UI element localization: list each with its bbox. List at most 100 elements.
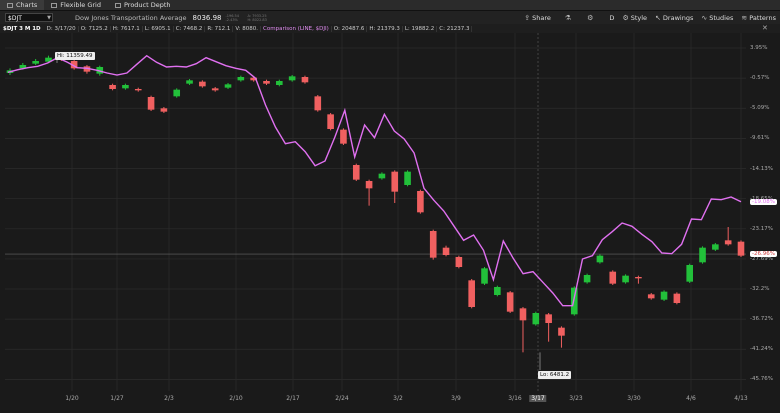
candle-body[interactable]	[122, 85, 129, 89]
tab-product-depth[interactable]: Product Depth	[108, 0, 178, 10]
candle-body[interactable]	[429, 231, 437, 258]
y-tick-label: -32.2%	[750, 286, 770, 292]
candle-body[interactable]	[378, 173, 386, 179]
y-tick-label: -45.76%	[750, 376, 773, 383]
gear-icon: ⚙	[622, 13, 629, 22]
tab-charts[interactable]: Charts	[0, 0, 45, 10]
candle-body[interactable]	[686, 265, 694, 282]
studies-button[interactable]: ∿ Studies	[701, 14, 733, 22]
info-comp-open: O: 20487.6	[332, 25, 368, 32]
share-label: Share	[532, 13, 551, 22]
candle-body[interactable]	[160, 108, 168, 112]
candle-body[interactable]	[134, 89, 142, 91]
candle-body[interactable]	[147, 97, 155, 110]
candle-body[interactable]	[365, 181, 373, 189]
candle-body[interactable]	[455, 257, 463, 267]
chart-canvas[interactable]	[0, 33, 780, 409]
candle-body[interactable]	[712, 244, 719, 250]
candle-body[interactable]	[173, 89, 181, 97]
candle-body[interactable]	[327, 114, 334, 129]
candle-body[interactable]	[237, 77, 245, 81]
price-change-detail: -196.54 -2.43%	[225, 14, 247, 22]
chart-controls[interactable]: ✕	[762, 24, 768, 32]
x-tick-label: 4/6	[686, 395, 696, 402]
flask-button[interactable]: ⚗	[565, 14, 573, 22]
candle-body[interactable]	[506, 292, 514, 312]
candle-body[interactable]	[211, 88, 219, 91]
candle-body[interactable]	[737, 241, 745, 256]
candle-body[interactable]	[288, 76, 296, 81]
y-tick-label: -5.09%	[750, 105, 770, 112]
candle-body[interactable]	[724, 240, 732, 245]
drawings-button[interactable]: ↖ Drawings	[655, 14, 693, 22]
info-high: H: 7617.1	[111, 25, 143, 32]
candle-body[interactable]	[609, 271, 617, 284]
candle-body[interactable]	[263, 81, 270, 84]
candle-body[interactable]	[314, 96, 322, 111]
candle-body[interactable]	[532, 313, 540, 325]
x-tick-label: 3/16	[508, 395, 522, 402]
candle-body[interactable]	[468, 280, 475, 307]
candle-body[interactable]	[417, 191, 424, 213]
info-date: D: 3/17/20	[45, 25, 79, 32]
style-button[interactable]: ⚙ Style	[622, 14, 647, 22]
tab-flexible-grid[interactable]: Flexible Grid	[44, 0, 108, 10]
info-comp-high: H: 21379.3	[367, 25, 403, 32]
candle-body[interactable]	[545, 314, 552, 323]
candle-body[interactable]	[442, 247, 450, 255]
candle-body[interactable]	[186, 80, 193, 84]
period-button[interactable]: D	[609, 14, 614, 22]
candle-body[interactable]	[647, 294, 655, 299]
settings-button[interactable]: ⚙	[587, 14, 595, 22]
x-tick-label: 3/2	[393, 395, 403, 402]
candle-body[interactable]	[583, 275, 591, 283]
candle-body[interactable]	[109, 85, 116, 89]
candle-body[interactable]	[340, 129, 347, 144]
last-price: 8036.98	[192, 13, 222, 22]
candle-body[interactable]	[519, 308, 527, 321]
chart-info-bar: $DJT 3 M 1D D: 3/17/20 O: 7125.2 H: 7617…	[0, 24, 780, 33]
y-tick-label: 3.95%	[750, 45, 768, 51]
candle-body[interactable]	[596, 255, 604, 263]
flask-icon: ⚗	[564, 13, 572, 22]
app-tab-bar: Charts Flexible Grid Product Depth	[0, 0, 780, 11]
candle-body[interactable]	[199, 81, 206, 87]
patterns-icon: ≋	[741, 13, 748, 22]
symbol-input[interactable]: $DJT ▼	[5, 13, 53, 22]
info-close: C: 7468.2	[174, 25, 206, 32]
candle-body[interactable]	[301, 77, 309, 83]
mini-line: -2.43%	[225, 17, 238, 22]
x-tick-label: 1/27	[110, 395, 124, 402]
chart-title: $DJT 3 M 1D	[3, 25, 41, 32]
comparison-line[interactable]	[7, 54, 742, 307]
patterns-label: Patterns	[749, 13, 776, 22]
candle-body[interactable]	[224, 84, 232, 88]
x-tick-label: 3/23	[569, 395, 583, 402]
candle-body[interactable]	[673, 293, 681, 303]
crosshair-date-label: 3/17	[529, 395, 547, 402]
y-tick-label: -14.13%	[750, 165, 773, 172]
candle-body[interactable]	[391, 171, 399, 192]
tab-label: Charts	[16, 1, 38, 9]
price-bid-ask: A: 7933.25 H: 8022.83	[247, 14, 269, 22]
chevron-down-icon[interactable]: ▼	[47, 14, 51, 23]
candle-body[interactable]	[622, 275, 629, 283]
patterns-button[interactable]: ≋ Patterns	[741, 14, 776, 22]
y-tick-label: -41.24%	[750, 346, 773, 353]
candle-body[interactable]	[558, 327, 565, 336]
candle-body[interactable]	[352, 165, 360, 180]
price-chart[interactable]: 3.95%-0.57%-5.09%-9.61%-14.13%-18.65%-23…	[0, 33, 780, 409]
close-icon[interactable]: ✕	[762, 24, 768, 32]
candle-body[interactable]	[276, 81, 283, 85]
tab-label: Flexible Grid	[60, 1, 101, 9]
candle-body[interactable]	[635, 277, 642, 279]
chart-icon	[7, 2, 13, 8]
candle-body[interactable]	[481, 268, 488, 284]
candle-body[interactable]	[494, 287, 501, 295]
candle-body[interactable]	[699, 247, 706, 263]
candle-body[interactable]	[660, 291, 668, 300]
candle-body[interactable]	[32, 61, 39, 64]
drawings-label: Drawings	[662, 13, 694, 22]
share-button[interactable]: ⇪ Share	[524, 14, 551, 22]
candle-body[interactable]	[404, 171, 411, 185]
